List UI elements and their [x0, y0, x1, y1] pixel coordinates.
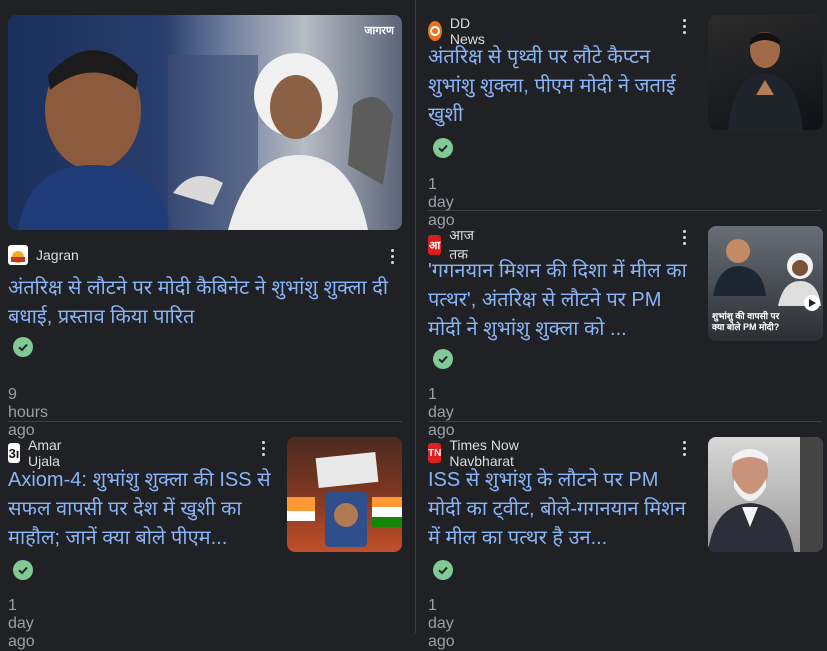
article-headline[interactable]: अंतरिक्ष से लौटने पर मोदी कैबिनेट ने शुभ… [8, 274, 402, 332]
person-photo [708, 437, 823, 552]
article-thumbnail[interactable]: शुभांशु की वापसी पर क्या बोले PM मोदी? [708, 226, 823, 341]
row-divider [428, 421, 822, 422]
astronaut-photo [18, 50, 393, 230]
row-divider [428, 210, 822, 211]
source-name: Times Now Navbharat [449, 437, 519, 469]
source-row: TN Times Now Navbharat [428, 437, 521, 469]
row-divider [8, 421, 402, 422]
celebration-photo [287, 451, 402, 547]
times-now-logo-icon: TN [428, 443, 442, 463]
image-caption: शुभांशु की वापसी पर क्या बोले PM मोदी? [712, 311, 780, 332]
amar-ujala-logo-icon: 3ı [8, 443, 20, 463]
timestamp: 1 day ago [428, 176, 455, 229]
more-options-icon[interactable] [386, 246, 398, 266]
source-row: 3ı Amar Ujala [8, 437, 69, 469]
verified-check-icon [433, 349, 453, 369]
person-photo [728, 32, 803, 130]
timestamp: 9 hours ago [8, 386, 49, 439]
play-icon[interactable] [804, 295, 820, 311]
article-thumbnail[interactable] [708, 437, 823, 552]
article-headline[interactable]: 'गगनयान मिशन की दिशा में मील का पत्थर', … [428, 257, 690, 344]
more-options-icon[interactable] [678, 227, 690, 247]
article-headline[interactable]: Axiom-4: शुभांशु शुक्ला की ISS से सफल वा… [8, 466, 273, 553]
article-thumbnail[interactable] [708, 15, 823, 130]
image-watermark: जागरण [364, 25, 394, 37]
aaj-tak-logo-icon: आ [428, 235, 442, 255]
source-name: Jagran [36, 247, 79, 263]
timestamp: 1 day ago [428, 597, 455, 650]
jagran-logo-icon [8, 245, 28, 265]
verified-check-icon [433, 560, 453, 580]
more-options-icon[interactable] [678, 16, 690, 36]
timestamp: 1 day ago [8, 597, 35, 650]
verified-check-icon [13, 337, 33, 357]
article-thumbnail[interactable] [287, 437, 402, 552]
article-headline[interactable]: ISS से शुभांशु के लौटने पर PM मोदी का ट्… [428, 466, 690, 553]
source-name: Amar Ujala [27, 437, 62, 469]
more-options-icon[interactable] [678, 438, 690, 458]
verified-check-icon [13, 560, 33, 580]
article-thumbnail[interactable]: जागरण [8, 15, 402, 230]
source-row: Jagran [8, 245, 79, 265]
dd-news-logo-icon [428, 21, 442, 41]
article-headline[interactable]: अंतरिक्ष से पृथ्वी पर लौटे कैप्टन शुभांश… [428, 43, 690, 130]
column-divider [415, 0, 416, 633]
more-options-icon[interactable] [257, 438, 269, 458]
verified-check-icon [433, 138, 453, 158]
timestamp: 1 day ago [428, 386, 455, 439]
